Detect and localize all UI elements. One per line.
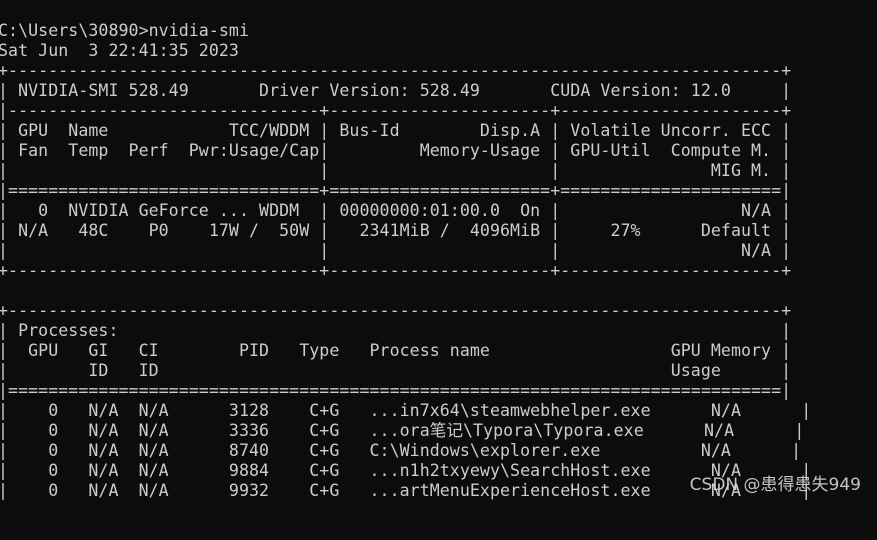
table-divider: |-------------------------------+-------…	[0, 101, 792, 120]
table-border-top: +---------------------------------------…	[0, 61, 792, 80]
gpu-row-1: | 0 NVIDIA GeForce ... WDDM | 00000000:0…	[0, 201, 792, 220]
gpu-header-row-1: | GPU Name TCC/WDDM | Bus-Id Disp.A | Vo…	[0, 121, 792, 140]
processes-border-top: +---------------------------------------…	[0, 301, 792, 320]
command-line: C:\Users\30890>nvidia-smi	[0, 21, 250, 40]
process-row: | 0 N/A N/A 8740 C+G C:\Windows\explorer…	[0, 441, 802, 460]
processes-header-separator: |=======================================…	[0, 381, 792, 400]
processes-header-row-2: | ID ID Usage |	[0, 361, 792, 380]
version-row: | NVIDIA-SMI 528.49 Driver Version: 528.…	[0, 81, 792, 100]
csdn-watermark: CSDN @患得患失949	[689, 475, 861, 495]
gpu-header-separator: |===============================+=======…	[0, 181, 792, 200]
process-row: | 0 N/A N/A 3128 C+G ...in7x64\steamwebh…	[0, 401, 812, 420]
terminal-window[interactable]: C:\Users\30890>nvidia-smi Sat Jun 3 22:4…	[0, 0, 877, 504]
gpu-header-row-2: | Fan Temp Perf Pwr:Usage/Cap| Memory-Us…	[0, 141, 792, 160]
timestamp-line: Sat Jun 3 22:41:35 2023	[0, 41, 239, 60]
gpu-table-border-bottom: +-------------------------------+-------…	[0, 261, 792, 280]
processes-header-row-1: | GPU GI CI PID Type Process name GPU Me…	[0, 341, 792, 360]
processes-title: | Processes: |	[0, 321, 792, 340]
gpu-row-3: | | | N/A |	[0, 241, 792, 260]
process-row: | 0 N/A N/A 3336 C+G ...ora笔记\Typora\Typ…	[0, 421, 805, 440]
gpu-row-2: | N/A 48C P0 17W / 50W | 2341MiB / 4096M…	[0, 221, 792, 240]
gpu-header-row-3: | | | MIG M. |	[0, 161, 792, 180]
